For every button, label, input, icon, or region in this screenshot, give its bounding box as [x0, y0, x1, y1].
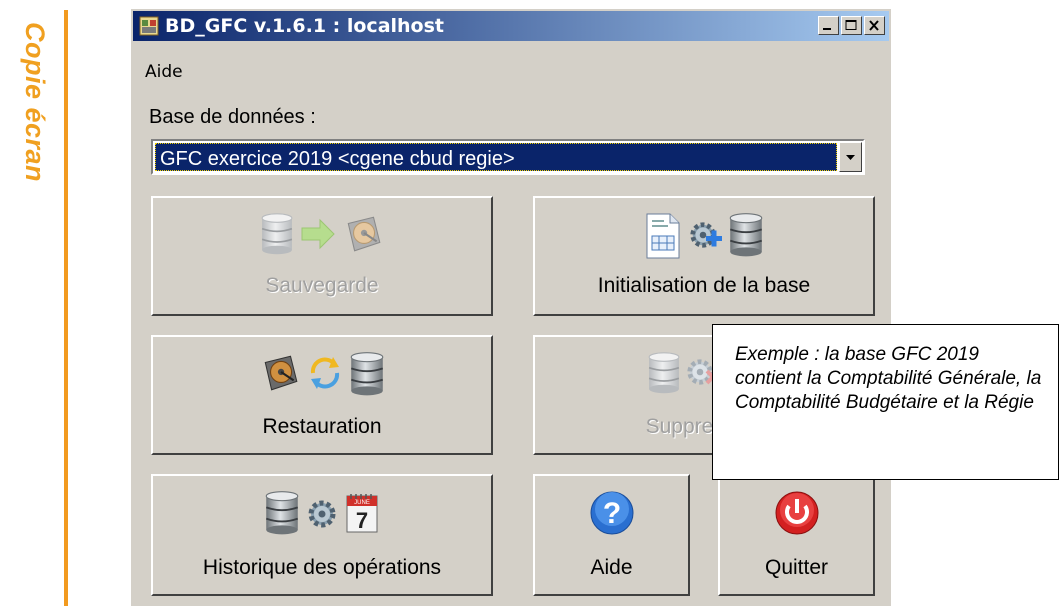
app-window: BD_GFC v.1.6.1 : localhost Aide Base de … [130, 8, 891, 606]
aide-button[interactable]: ? Aide [533, 474, 690, 596]
chevron-down-icon [846, 155, 855, 160]
database-icon [264, 490, 300, 536]
dropdown-button[interactable] [839, 142, 862, 172]
menu-item-aide[interactable]: Aide [145, 62, 183, 82]
initialisation-label: Initialisation de la base [597, 274, 811, 297]
calendar-icon: JUNE 7 [346, 494, 378, 533]
close-icon [869, 20, 879, 31]
power-icon [775, 491, 818, 535]
sauvegarde-icons [153, 212, 491, 256]
database-label: Base de données : [149, 106, 316, 128]
callout-text: Exemple : la base GFC 2019 contient la C… [735, 344, 1042, 413]
calendar-day: 7 [356, 508, 368, 533]
quitter-icons [720, 490, 873, 536]
document-icon [646, 213, 680, 259]
gear-plus-icon [686, 212, 722, 260]
app-icon [139, 16, 159, 36]
window-title: BD_GFC v.1.6.1 : localhost [165, 15, 444, 37]
database-icon [728, 212, 764, 258]
hard-drive-icon [342, 212, 384, 256]
historique-button[interactable]: JUNE 7 Historique des opérations [151, 474, 493, 596]
minimize-icon [823, 28, 831, 30]
historique-label: Historique des opérations [202, 556, 442, 579]
initialisation-icons [535, 212, 873, 260]
aide-label: Aide [590, 556, 633, 579]
aide-icons: ? [535, 490, 688, 536]
database-icon [349, 351, 385, 397]
window-controls [818, 16, 885, 35]
database-select[interactable]: GFC exercice 2019 <cgene cbud regie> [151, 139, 865, 175]
database-select-value: GFC exercice 2019 <cgene cbud regie> [155, 143, 837, 171]
side-label: Copie écran [14, 22, 58, 222]
side-accent-bar [64, 10, 68, 606]
sauvegarde-label: Sauvegarde [265, 274, 379, 297]
calendar-month: JUNE [354, 500, 370, 506]
side-label-text: Copie écran [20, 22, 50, 183]
restauration-button[interactable]: Restauration [151, 335, 493, 455]
initialisation-button[interactable]: Initialisation de la base [533, 196, 875, 316]
close-button[interactable] [864, 16, 885, 35]
svg-text:?: ? [602, 497, 620, 530]
refresh-icon [310, 357, 340, 389]
maximize-button[interactable] [841, 16, 862, 35]
gear-icon [304, 490, 340, 536]
database-selected-text: GFC exercice 2019 <cgene cbud regie> [160, 148, 515, 170]
restauration-label: Restauration [262, 415, 382, 438]
quitter-label: Quitter [764, 556, 829, 579]
callout-box: Exemple : la base GFC 2019 contient la C… [712, 324, 1059, 480]
hard-drive-icon [259, 351, 301, 395]
arrow-right-icon [301, 218, 335, 250]
database-icon [647, 351, 681, 395]
historique-icons: JUNE 7 [153, 490, 491, 536]
sauvegarde-button[interactable]: Sauvegarde [151, 196, 493, 316]
restauration-icons [153, 351, 491, 397]
help-icon: ? [590, 491, 633, 535]
quitter-button[interactable]: Quitter [718, 474, 875, 596]
title-bar[interactable]: BD_GFC v.1.6.1 : localhost [133, 11, 889, 41]
maximize-icon [845, 20, 857, 30]
menu-bar: Aide [145, 62, 183, 82]
database-icon [260, 212, 294, 256]
minimize-button[interactable] [818, 16, 839, 35]
